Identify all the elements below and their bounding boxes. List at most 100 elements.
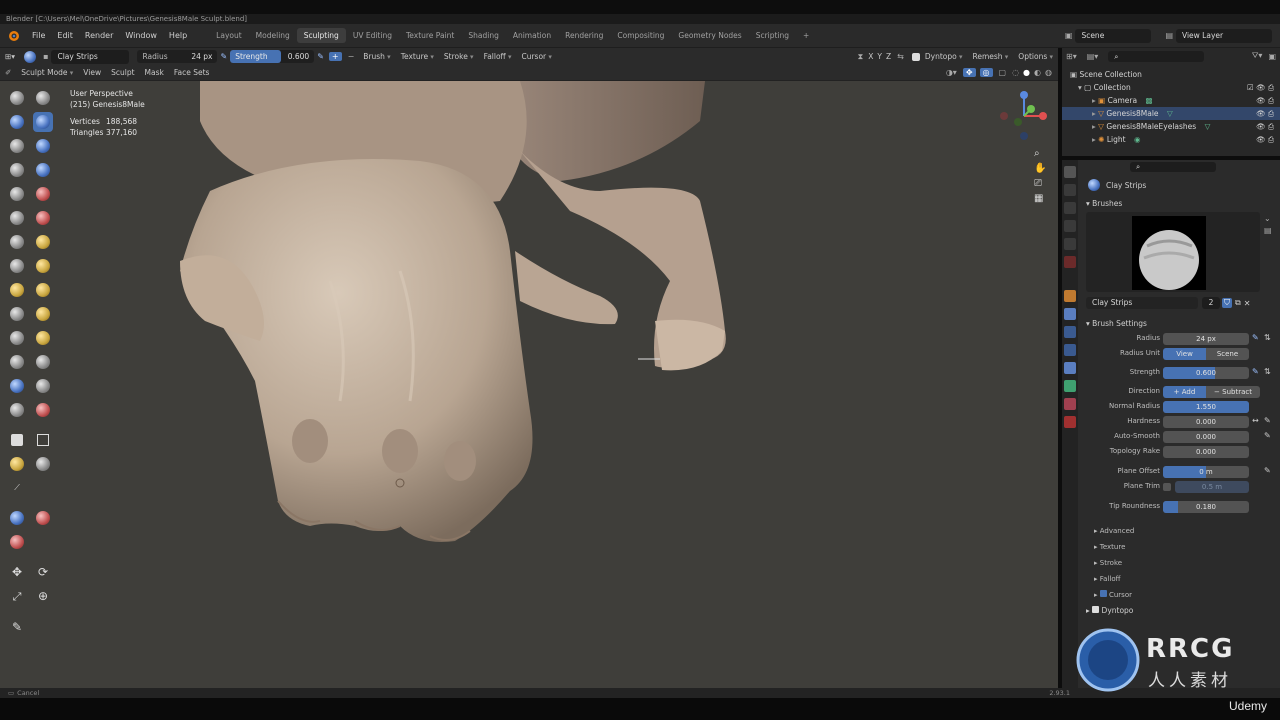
scrape-tool-icon[interactable] bbox=[7, 232, 27, 252]
scene-selector[interactable]: Scene bbox=[1075, 28, 1152, 43]
pan-hand-icon[interactable]: ✋ bbox=[1034, 163, 1050, 174]
auto-smooth-field[interactable]: 0.000 bbox=[1163, 431, 1249, 443]
visibility-icons[interactable]: 👁 ⎙ bbox=[1256, 107, 1274, 120]
fill-tool-icon[interactable] bbox=[33, 208, 53, 228]
brush-browse-icon[interactable]: ▪ bbox=[43, 52, 48, 61]
line-project-tool-icon[interactable]: ⟋ bbox=[7, 478, 27, 498]
symmetry-icon[interactable]: ⧗ bbox=[858, 52, 864, 62]
tip-roundness-field[interactable]: 0.180 bbox=[1163, 501, 1249, 513]
smooth-tool-icon[interactable] bbox=[33, 184, 53, 204]
tab-rendering[interactable]: Rendering bbox=[558, 28, 610, 43]
visibility-icons[interactable]: 👁 ⎙ bbox=[1256, 94, 1274, 107]
menu-render[interactable]: Render bbox=[79, 31, 119, 40]
hardness-invert-icon[interactable]: ↔ bbox=[1252, 416, 1259, 425]
dyntopo-section-header[interactable]: ▸ Dyntopo bbox=[1078, 603, 1280, 619]
brushes-section-header[interactable]: ▾ Brushes bbox=[1078, 196, 1280, 212]
view-layer-icon[interactable]: ▤ bbox=[1165, 31, 1173, 40]
3d-viewport[interactable] bbox=[0, 81, 1058, 688]
pose-tool-icon[interactable] bbox=[33, 304, 53, 324]
stroke-subpanel[interactable]: ▸ Stroke bbox=[1078, 555, 1280, 571]
auto-smooth-pressure-icon[interactable]: ✎ bbox=[1264, 431, 1271, 440]
elastic-deform-tool-icon[interactable] bbox=[7, 280, 27, 300]
menu-edit[interactable]: Edit bbox=[51, 31, 79, 40]
move-tool-icon[interactable]: ✥ bbox=[7, 562, 27, 582]
menu-window[interactable]: Window bbox=[119, 31, 163, 40]
dyntopo-checkbox[interactable] bbox=[1092, 606, 1100, 613]
cursor-subpanel[interactable]: ▸ Cursor bbox=[1078, 587, 1280, 603]
radius-field[interactable]: 24 px bbox=[1163, 333, 1249, 345]
snake-hook-tool-icon[interactable] bbox=[33, 280, 53, 300]
new-collection-icon[interactable]: ▣ bbox=[1268, 52, 1276, 61]
visibility-icons[interactable]: 👁 ⎙ bbox=[1256, 120, 1274, 133]
direction-subtract-button[interactable]: − Subtract bbox=[1206, 386, 1260, 398]
thumb-tool-icon[interactable] bbox=[7, 304, 27, 324]
cloth-tool-icon[interactable] bbox=[7, 376, 27, 396]
menu-sculpt[interactable]: Sculpt bbox=[106, 68, 139, 77]
plane-trim-field[interactable]: 0.5 m bbox=[1175, 481, 1249, 493]
color-filter-tool-icon[interactable] bbox=[7, 532, 27, 552]
rotate-tool-icon[interactable] bbox=[33, 328, 53, 348]
box-trim-tool-icon[interactable] bbox=[33, 454, 53, 474]
navigation-gizmo[interactable] bbox=[998, 86, 1050, 146]
tab-compositing[interactable]: Compositing bbox=[610, 28, 671, 43]
tab-sculpting[interactable]: Sculpting bbox=[296, 28, 346, 43]
menu-file[interactable]: File bbox=[26, 31, 51, 40]
outliner-item-camera[interactable]: ▸ ▣ Camera ▩ 👁 ⎙ bbox=[1062, 94, 1280, 107]
view-layer-selector[interactable]: View Layer bbox=[1176, 28, 1272, 43]
duplicate-brush-icon[interactable]: ⧉ bbox=[1235, 298, 1241, 308]
constraints-tab-icon[interactable] bbox=[1064, 362, 1076, 374]
crease-tool-icon[interactable] bbox=[7, 184, 27, 204]
subtract-direction-icon[interactable]: − bbox=[348, 52, 355, 61]
outliner-display-icon[interactable]: ▤▾ bbox=[1087, 52, 1099, 61]
world-tab-icon[interactable] bbox=[1064, 256, 1076, 268]
cursor-menu[interactable]: Cursor bbox=[516, 52, 556, 61]
plane-trim-checkbox[interactable] bbox=[1163, 483, 1171, 491]
outliner-item-light[interactable]: ▸ ✺ Light ◉ 👁 ⎙ bbox=[1062, 133, 1280, 146]
tab-uv-editing[interactable]: UV Editing bbox=[346, 28, 399, 43]
tab-layout[interactable]: Layout bbox=[209, 28, 249, 43]
brush-name-input[interactable]: Clay Strips bbox=[1086, 297, 1198, 309]
radius-pressure-icon[interactable]: ✎ bbox=[1252, 333, 1259, 342]
particles-tab-icon[interactable] bbox=[1064, 326, 1076, 338]
add-direction-icon[interactable]: + bbox=[328, 52, 342, 61]
plane-offset-pressure-icon[interactable]: ✎ bbox=[1264, 466, 1271, 475]
brush-icon[interactable] bbox=[24, 50, 37, 63]
flatten-tool-icon[interactable] bbox=[7, 208, 27, 228]
layer-tool-icon[interactable] bbox=[33, 136, 53, 156]
blender-logo-icon[interactable] bbox=[6, 29, 20, 43]
tool-tab-icon[interactable] bbox=[1064, 166, 1076, 178]
scale-tool-icon[interactable]: ⤢ bbox=[7, 587, 27, 607]
clay-strips-tool-icon[interactable] bbox=[33, 112, 53, 132]
strength-slider[interactable]: Strength 0.600 bbox=[230, 50, 315, 63]
shading-wire-icon[interactable]: ◌ bbox=[1012, 68, 1019, 77]
falloff-subpanel[interactable]: ▸ Falloff bbox=[1078, 571, 1280, 587]
strength-field[interactable]: 0.600 bbox=[1163, 367, 1249, 379]
scene-tab-icon[interactable] bbox=[1064, 238, 1076, 250]
hardness-pressure-icon[interactable]: ✎ bbox=[1264, 416, 1271, 425]
radius-slider[interactable]: Radius 24 px bbox=[137, 50, 218, 63]
brush-users-count[interactable]: 2 bbox=[1202, 297, 1220, 309]
draw-tool-icon[interactable] bbox=[7, 88, 27, 108]
fake-user-shield-icon[interactable]: ⛉ bbox=[1222, 298, 1232, 308]
nudge-tool-icon[interactable] bbox=[7, 328, 27, 348]
radius-unit-scene-button[interactable]: Scene bbox=[1206, 348, 1249, 360]
mirror-icon[interactable]: ⇆ bbox=[897, 52, 904, 61]
texture-subpanel[interactable]: ▸ Texture bbox=[1078, 539, 1280, 555]
overlay-toggle-icon[interactable]: ◎ bbox=[979, 68, 993, 77]
slide-relax-tool-icon[interactable] bbox=[7, 352, 27, 372]
dyntopo-menu[interactable]: Dyntopo bbox=[920, 52, 968, 61]
collection-visibility-icons[interactable]: ☑ 👁 ⎙ bbox=[1247, 81, 1274, 94]
cursor-checkbox[interactable] bbox=[1099, 590, 1107, 597]
shading-material-icon[interactable]: ◐ bbox=[1034, 68, 1041, 77]
box-mask-tool-icon[interactable] bbox=[7, 430, 27, 450]
tab-animation[interactable]: Animation bbox=[506, 28, 558, 43]
simplify-tool-icon[interactable] bbox=[33, 376, 53, 396]
strength-pressure-icon[interactable]: ✎ bbox=[1252, 367, 1259, 376]
inflate-tool-icon[interactable] bbox=[7, 160, 27, 180]
menu-mask[interactable]: Mask bbox=[140, 68, 169, 77]
tab-geometry-nodes[interactable]: Geometry Nodes bbox=[671, 28, 748, 43]
mask-tool-icon[interactable] bbox=[7, 400, 27, 420]
xray-icon[interactable]: ▢ bbox=[999, 68, 1007, 77]
outliner-editor-icon[interactable]: ⊞▾ bbox=[1066, 52, 1077, 61]
rotate-transform-tool-icon[interactable]: ⟳ bbox=[33, 562, 53, 582]
